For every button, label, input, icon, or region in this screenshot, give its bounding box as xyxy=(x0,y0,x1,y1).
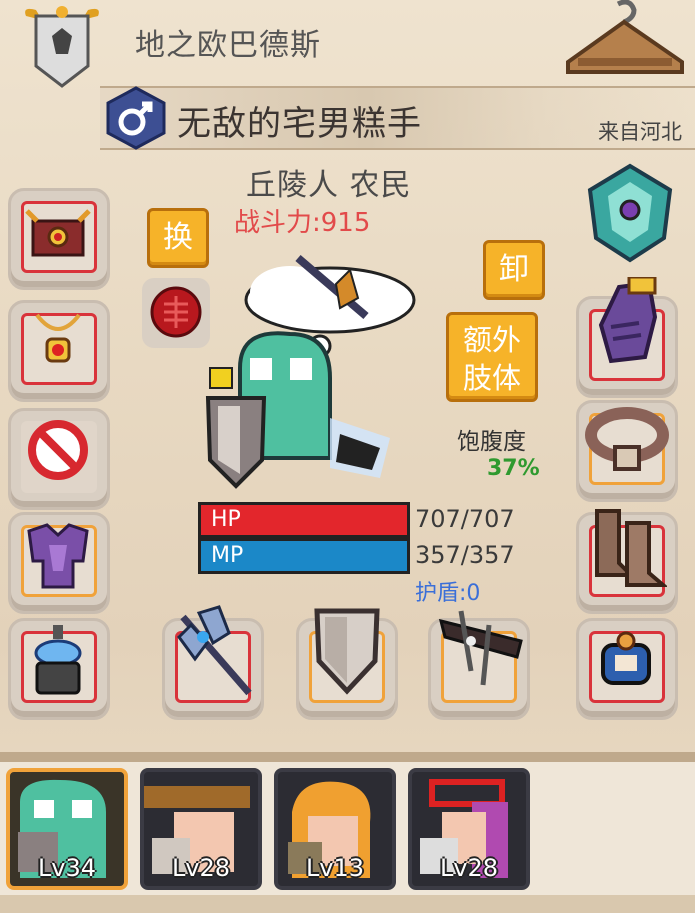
slot-ring[interactable] xyxy=(576,618,678,720)
world-name: 地之欧巴德斯 xyxy=(135,28,321,63)
slot-weapon[interactable] xyxy=(162,605,264,720)
character-name: 无敌的宅男糕手 xyxy=(177,104,422,144)
belt-icon xyxy=(585,407,669,471)
mp-value: 357/357 xyxy=(415,541,515,569)
party-member-3[interactable]: Lv13 xyxy=(274,768,396,890)
race-class-label: 丘陵人 农民 xyxy=(246,168,412,203)
slot-hands[interactable] xyxy=(576,277,678,398)
hp-label: HP xyxy=(211,507,241,532)
party-level-3: Lv13 xyxy=(305,854,365,882)
armor-icon xyxy=(27,523,89,589)
party-divider xyxy=(0,752,695,762)
shield-value: 护盾:0 xyxy=(415,581,481,606)
forbidden-icon xyxy=(28,420,88,480)
gauntlet-icon xyxy=(598,277,658,364)
slot-locked[interactable] xyxy=(8,408,110,510)
lamp-icon xyxy=(34,625,82,695)
party-member-4[interactable]: Lv28 xyxy=(408,768,530,890)
party-member-1[interactable]: Lv34 xyxy=(6,768,128,890)
slot-neck[interactable] xyxy=(8,300,110,402)
slot-feet[interactable] xyxy=(576,509,678,614)
character-portrait xyxy=(205,254,416,489)
slot-offhand[interactable] xyxy=(296,608,398,720)
satiety-value: 37% xyxy=(487,456,540,481)
party-member-2[interactable]: Lv28 xyxy=(140,768,262,890)
crossbow-icon xyxy=(438,610,523,686)
satiety-label: 饱腹度 xyxy=(457,429,526,455)
mp-bar: MP xyxy=(198,538,410,574)
unequip-button[interactable]: 卸 xyxy=(483,240,545,300)
guild-emblem-icon xyxy=(25,6,99,88)
hp-value: 707/707 xyxy=(415,505,515,533)
ring-icon xyxy=(601,631,651,685)
slot-head[interactable] xyxy=(8,188,110,290)
amulet-icon xyxy=(35,313,81,363)
shield-icon xyxy=(314,608,380,695)
bottom-border xyxy=(0,895,695,913)
emblem-icon[interactable] xyxy=(582,160,678,264)
party-level-2: Lv28 xyxy=(171,854,231,882)
male-icon xyxy=(106,86,166,150)
mp-label: MP xyxy=(211,543,244,568)
slot-waist[interactable] xyxy=(576,400,678,502)
hp-bar: HP xyxy=(198,502,410,538)
battle-axe-icon xyxy=(177,605,252,696)
slot-ranged[interactable] xyxy=(428,610,530,720)
slot-body[interactable] xyxy=(8,512,110,614)
party-level-1: Lv34 xyxy=(37,854,97,882)
boots-icon xyxy=(595,509,667,587)
party-level-4: Lv28 xyxy=(439,854,499,882)
origin-label: 来自河北 xyxy=(598,120,682,144)
slot-lamp[interactable] xyxy=(8,618,110,720)
helmet-icon xyxy=(25,209,91,257)
wardrobe-hanger-icon[interactable] xyxy=(560,0,690,80)
combat-power-label: 战斗力:915 xyxy=(234,208,371,238)
